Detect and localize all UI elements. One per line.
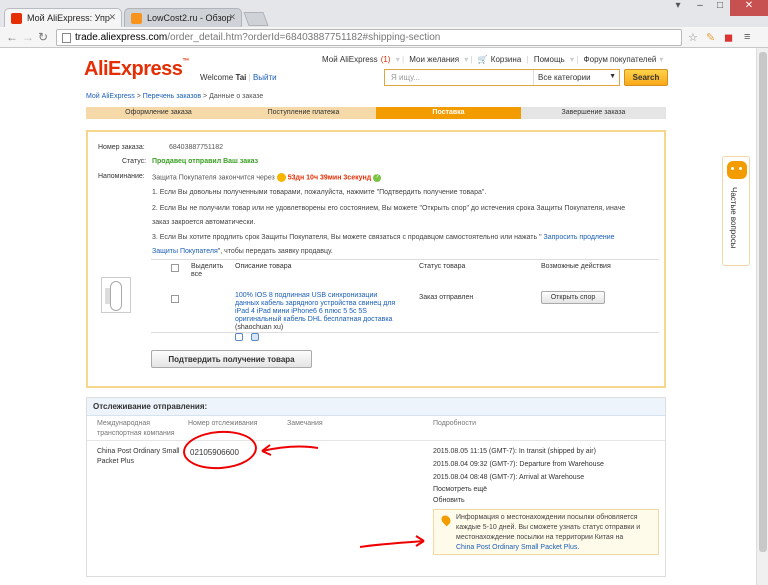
annotation-arrow-top xyxy=(261,445,319,452)
annotation-arrow-bottom xyxy=(359,540,425,548)
annotation-arrows xyxy=(261,444,425,548)
